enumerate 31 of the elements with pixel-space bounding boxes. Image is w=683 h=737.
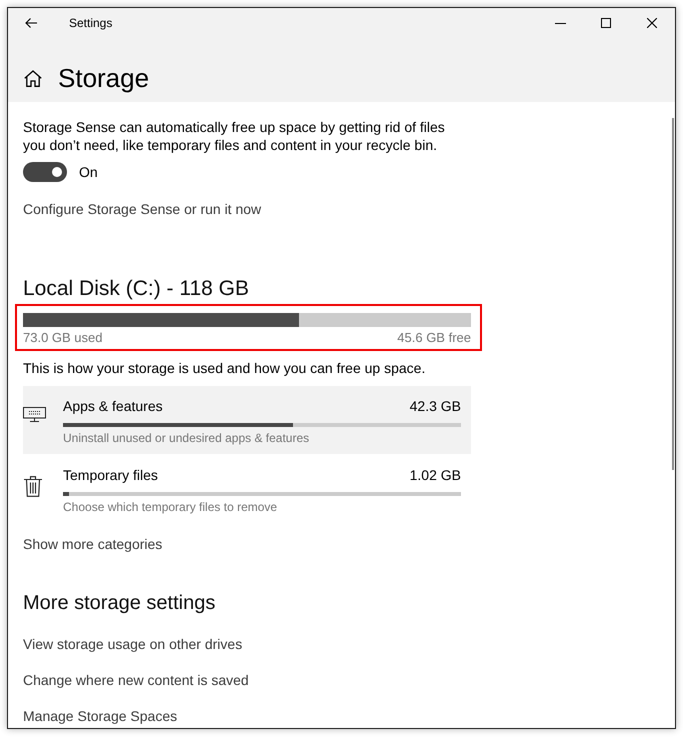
- toggle-label: On: [79, 163, 98, 181]
- scrollbar[interactable]: [672, 118, 674, 470]
- show-more-link[interactable]: Show more categories: [23, 534, 162, 554]
- monitor-icon: [23, 407, 46, 422]
- category-name: Temporary files: [63, 466, 158, 484]
- free-label: 45.6 GB free: [397, 329, 471, 347]
- category-name: Apps & features: [63, 397, 163, 415]
- page-title: Storage: [58, 62, 150, 95]
- used-label: 73.0 GB used: [23, 329, 102, 347]
- description-text: Storage Sense can automatically free up space by getting rid of files you don’t need, like temporary files and content in your recycle bin.: [23, 118, 446, 154]
- close-icon: [647, 18, 657, 28]
- toggle-switch[interactable]: [23, 162, 67, 182]
- usage-note: This is how your storage is used and how you can free up space.: [23, 359, 426, 377]
- back-arrow-icon: [25, 18, 37, 28]
- maximize-icon: [601, 18, 611, 28]
- minimize-icon: [554, 22, 566, 24]
- category-size: 42.3 GB: [410, 397, 461, 415]
- trash-icon: [24, 476, 42, 497]
- settings-link[interactable]: Change where new content is saved: [23, 670, 249, 690]
- settings-link[interactable]: Manage Storage Spaces: [23, 706, 178, 726]
- configure-link[interactable]: Configure Storage Sense or run it now: [23, 199, 262, 219]
- disk-title: Local Disk (C:) - 118 GB: [23, 276, 250, 302]
- category-size: 1.02 GB: [410, 466, 461, 484]
- home-icon[interactable]: [24, 70, 42, 86]
- category-description: Choose which temporary files to remove: [63, 499, 278, 515]
- category-item[interactable]: Temporary files 1.02 GB Choose which temporary files to remove: [23, 455, 471, 523]
- section-title: More storage settings: [23, 591, 216, 616]
- category-item[interactable]: Apps & features 42.3 GB Uninstall unused or undesired apps & features: [23, 386, 471, 454]
- settings-link[interactable]: View storage usage on other drives: [23, 634, 242, 654]
- category-description: Uninstall unused or undesired apps & features: [63, 430, 310, 446]
- window-title: Settings: [69, 16, 112, 30]
